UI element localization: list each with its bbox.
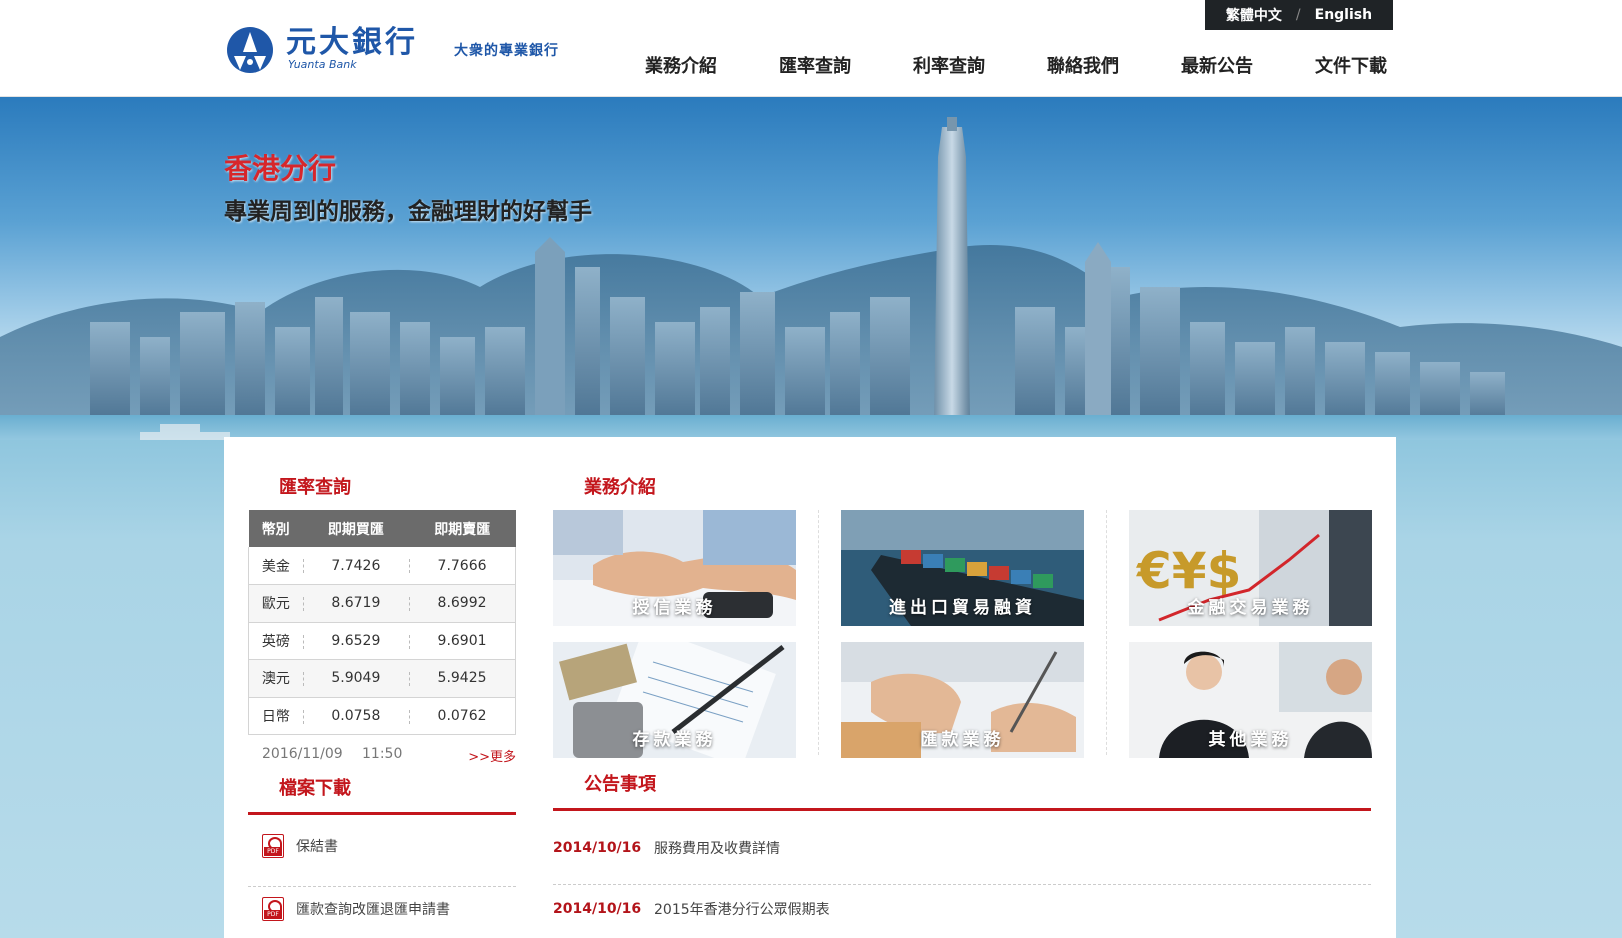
service-label: 金融交易業務 bbox=[1187, 598, 1314, 618]
nav-contact[interactable]: 聯絡我們 bbox=[1047, 52, 1181, 78]
rate-row: 英磅 9.6529 9.6901 bbox=[247, 622, 517, 660]
service-label: 進出口貿易融資 bbox=[889, 598, 1036, 618]
service-financial-trading[interactable]: €¥$ 金融交易業務 bbox=[1129, 510, 1372, 626]
content-panel: 匯率查詢 幣別 即期買匯 即期賣匯 美金 7.7426 7.7666 歐元 8.… bbox=[224, 437, 1396, 938]
service-credit[interactable]: 授信業務 bbox=[553, 510, 796, 626]
service-trade-finance[interactable]: 進出口貿易融資 bbox=[841, 510, 1084, 626]
rate-sell: 9.6901 bbox=[409, 622, 517, 660]
lang-zh-link[interactable]: 繁體中文 bbox=[1226, 5, 1282, 25]
language-switcher: 繁體中文 / English bbox=[1205, 0, 1393, 30]
rate-row: 日幣 0.0758 0.0762 bbox=[247, 697, 517, 735]
files-section-title: 檔案下載 bbox=[279, 778, 351, 799]
news-date: 2014/10/16 bbox=[553, 840, 642, 856]
rate-row: 美金 7.7426 7.7666 bbox=[247, 547, 517, 585]
news-title[interactable]: 服務費用及收費詳情 bbox=[654, 838, 780, 858]
pdf-icon bbox=[262, 897, 284, 921]
rate-header-sell: 即期賣匯 bbox=[409, 510, 516, 547]
file-item[interactable]: 匯款查詢改匯退匯申請書 bbox=[248, 878, 516, 938]
rate-buy: 7.7426 bbox=[302, 547, 410, 585]
rate-currency: 英磅 bbox=[247, 622, 303, 660]
banner-title: 香港分行 bbox=[224, 152, 337, 185]
rate-buy: 0.0758 bbox=[302, 697, 410, 735]
news-item[interactable]: 2014/10/16 2015年香港分行公眾假期表 bbox=[553, 879, 1371, 938]
rate-header-buy: 即期買匯 bbox=[302, 510, 410, 547]
nav-interest-rates[interactable]: 利率查詢 bbox=[913, 52, 1047, 78]
rate-currency: 澳元 bbox=[247, 659, 303, 698]
logo-cn-text: 元大銀行 bbox=[286, 25, 418, 60]
rate-currency: 美金 bbox=[247, 547, 303, 585]
svg-text:€¥$: €¥$ bbox=[1136, 542, 1241, 600]
site-header: 繁體中文 / English 元大銀行 Yuanta Bank 大衆的專業銀行 … bbox=[0, 0, 1622, 97]
service-label: 匯款業務 bbox=[920, 730, 1005, 750]
rate-buy: 5.9049 bbox=[302, 659, 410, 698]
service-label: 存款業務 bbox=[632, 730, 717, 750]
service-label: 授信業務 bbox=[632, 598, 717, 618]
file-item-label: 匯款查詢改匯退匯申請書 bbox=[296, 902, 450, 918]
service-divider bbox=[1106, 510, 1107, 755]
rate-footer: 2016/11/09 11:50 >>更多 bbox=[262, 746, 516, 765]
rate-currency: 歐元 bbox=[247, 584, 303, 623]
news-date: 2014/10/16 bbox=[553, 901, 642, 917]
banner-subtitle: 專業周到的服務，金融理財的好幫手 bbox=[224, 199, 592, 225]
nav-announcements[interactable]: 最新公告 bbox=[1181, 52, 1315, 78]
rate-sell: 8.6992 bbox=[409, 584, 517, 623]
nav-services[interactable]: 業務介紹 bbox=[645, 52, 779, 78]
rate-date: 2016/11/09 bbox=[262, 746, 343, 762]
service-divider bbox=[818, 510, 819, 755]
service-label: 其他業務 bbox=[1208, 730, 1293, 750]
rate-sell: 7.7666 bbox=[409, 547, 517, 585]
rate-currency: 日幣 bbox=[247, 697, 303, 735]
nav-exchange-rates[interactable]: 匯率查詢 bbox=[779, 52, 913, 78]
file-item[interactable]: 保結書 bbox=[248, 815, 516, 877]
news-title[interactable]: 2015年香港分行公眾假期表 bbox=[654, 899, 830, 919]
lang-separator: / bbox=[1295, 7, 1301, 23]
pdf-icon bbox=[262, 834, 284, 858]
service-deposit[interactable]: 存款業務 bbox=[553, 642, 796, 758]
exchange-rate-table: 幣別 即期買匯 即期賣匯 美金 7.7426 7.7666 歐元 8.6719 … bbox=[247, 510, 517, 735]
news-item[interactable]: 2014/10/16 服務費用及收費詳情 bbox=[553, 818, 1371, 878]
file-item-label: 保結書 bbox=[296, 839, 338, 855]
rate-row: 澳元 5.9049 5.9425 bbox=[247, 659, 517, 698]
rate-table-header: 幣別 即期買匯 即期賣匯 bbox=[248, 510, 516, 547]
news-section-title: 公告事項 bbox=[584, 774, 656, 795]
bank-logo[interactable]: 元大銀行 Yuanta Bank 大衆的專業銀行 bbox=[226, 25, 558, 76]
nav-downloads[interactable]: 文件下載 bbox=[1315, 52, 1449, 78]
rate-sell: 5.9425 bbox=[409, 659, 517, 698]
service-remittance[interactable]: 匯款業務 bbox=[841, 642, 1084, 758]
hero-banner: 香港分行 專業周到的服務，金融理財的好幫手 bbox=[0, 97, 1622, 452]
rates-section-title: 匯率查詢 bbox=[279, 477, 351, 498]
rate-row: 歐元 8.6719 8.6992 bbox=[247, 584, 517, 623]
rate-header-currency: 幣別 bbox=[248, 510, 303, 547]
rate-buy: 8.6719 bbox=[302, 584, 410, 623]
yuanta-logo-icon bbox=[227, 27, 273, 73]
services-section-title: 業務介紹 bbox=[584, 477, 656, 498]
logo-slogan: 大衆的專業銀行 bbox=[454, 43, 559, 59]
rates-more-link[interactable]: >>更多 bbox=[468, 746, 516, 765]
service-other[interactable]: 其他業務 bbox=[1129, 642, 1372, 758]
rate-sell: 0.0762 bbox=[409, 697, 517, 735]
main-nav: 業務介紹 匯率查詢 利率查詢 聯絡我們 最新公告 文件下載 bbox=[645, 52, 1449, 78]
rate-time: 11:50 bbox=[362, 746, 403, 762]
rate-buy: 9.6529 bbox=[302, 622, 410, 660]
news-divider bbox=[553, 808, 1371, 811]
lang-en-link[interactable]: English bbox=[1315, 7, 1372, 23]
